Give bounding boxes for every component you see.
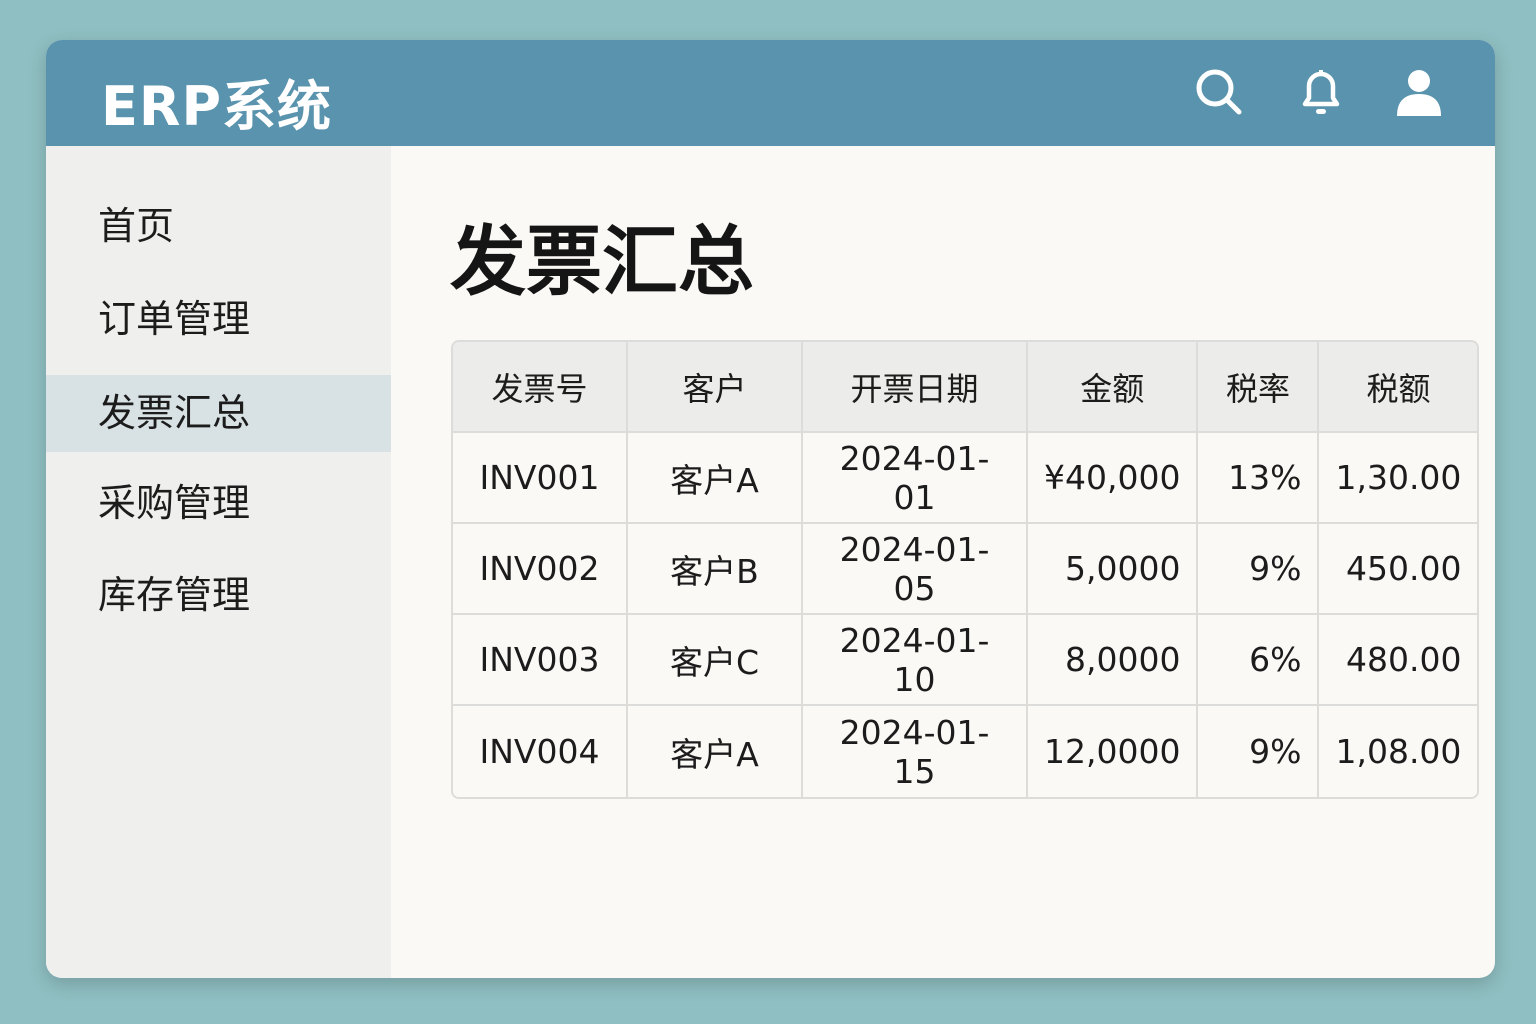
- sidebar-item-home[interactable]: 首页: [46, 188, 391, 265]
- table-cell: 1,30.00: [1319, 433, 1478, 524]
- table-row[interactable]: INV001 客户A 2024-01-01 ¥40,000 13% 1,30.00: [453, 433, 1478, 524]
- bell-icon[interactable]: [1295, 66, 1347, 118]
- col-header[interactable]: 发票号: [453, 342, 628, 433]
- table-row[interactable]: INV002 客户B 2024-01-05 5,0000 9% 450.00: [453, 524, 1478, 615]
- table-cell: 客户C: [628, 615, 803, 706]
- col-header[interactable]: 金额: [1028, 342, 1199, 433]
- table-cell: 1,08.00: [1319, 706, 1478, 797]
- table-cell: INV001: [453, 433, 628, 524]
- table-header-row: 发票号 客户 开票日期 金额 税率 税额: [453, 342, 1478, 433]
- search-icon[interactable]: [1193, 66, 1245, 118]
- table-cell: 450.00: [1319, 524, 1478, 615]
- sidebar-item-invoices[interactable]: 发票汇总: [46, 375, 391, 452]
- sidebar-item-purchasing[interactable]: 采购管理: [46, 465, 391, 542]
- col-header[interactable]: 客户: [628, 342, 803, 433]
- app-window: ERP系统 首页 订单管理 发票汇总 采购管理 库存管理 发票汇总 发票号 客户…: [46, 40, 1495, 978]
- sidebar-item-orders[interactable]: 订单管理: [46, 281, 391, 358]
- app-title: ERP系统: [101, 75, 333, 138]
- table-cell: 6%: [1198, 615, 1320, 706]
- user-icon[interactable]: [1393, 66, 1445, 118]
- table-cell: INV003: [453, 615, 628, 706]
- page-title: 发票汇总: [450, 217, 754, 306]
- table-cell: INV002: [453, 524, 628, 615]
- table-cell: 2024-01-15: [803, 706, 1028, 797]
- invoice-table: 发票号 客户 开票日期 金额 税率 税额 INV001 客户A 2024-01-01…: [451, 340, 1480, 799]
- table-row[interactable]: INV003 客户C 2024-01-10 8,0000 6% 480.00: [453, 615, 1478, 706]
- table-cell: 5,0000: [1028, 524, 1199, 615]
- col-header[interactable]: 税率: [1198, 342, 1320, 433]
- sidebar-item-inventory[interactable]: 库存管理: [46, 557, 391, 634]
- col-header[interactable]: 税额: [1319, 342, 1478, 433]
- table-cell: 客户A: [628, 433, 803, 524]
- top-bar: ERP系统: [46, 40, 1495, 146]
- table-cell: 9%: [1198, 706, 1320, 797]
- table-cell: 480.00: [1319, 615, 1478, 706]
- table-cell: 12,0000: [1028, 706, 1199, 797]
- table-cell: 9%: [1198, 524, 1320, 615]
- table-cell: 13%: [1198, 433, 1320, 524]
- table-cell: 2024-01-01: [803, 433, 1028, 524]
- table-cell: 2024-01-05: [803, 524, 1028, 615]
- table-cell: ¥40,000: [1028, 433, 1199, 524]
- sidebar: 首页 订单管理 发票汇总 采购管理 库存管理: [46, 146, 391, 978]
- table-cell: INV004: [453, 706, 628, 797]
- col-header[interactable]: 开票日期: [803, 342, 1028, 433]
- table-row[interactable]: INV004 客户A 2024-01-15 12,0000 9% 1,08.00: [453, 706, 1478, 797]
- table-cell: 客户B: [628, 524, 803, 615]
- table-cell: 2024-01-10: [803, 615, 1028, 706]
- table-cell: 8,0000: [1028, 615, 1199, 706]
- table-cell: 客户A: [628, 706, 803, 797]
